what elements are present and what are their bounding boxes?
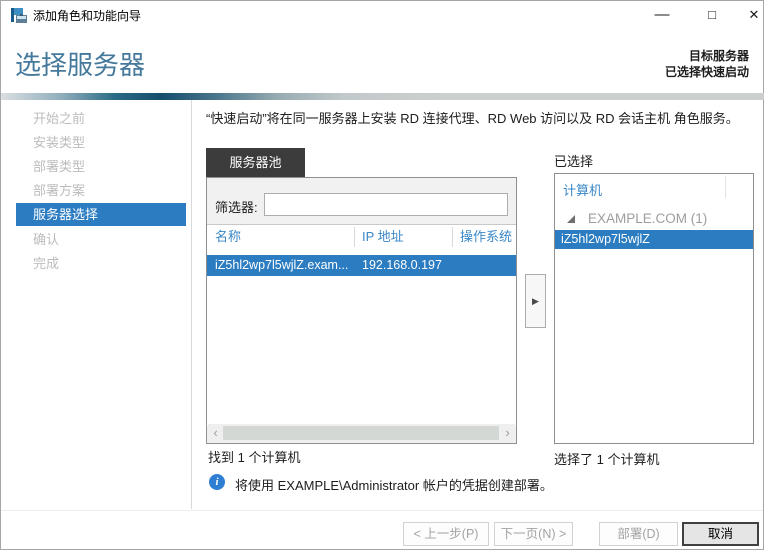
tree-group-domain[interactable]: EXAMPLE.COM (1) (555, 210, 753, 230)
target-server-value: 已选择快速启动 (664, 65, 749, 79)
selected-panel-title: 已选择 (554, 154, 594, 169)
scroll-right-icon[interactable]: › (500, 424, 515, 442)
server-ip-cell: 192.168.0.197 (362, 258, 442, 272)
column-separator (725, 176, 726, 198)
deploy-button[interactable]: 部署(D) (599, 522, 678, 546)
table-row-server[interactable]: iZ5hl2wp7l5wjlZ.exam... 192.168.0.197 (207, 255, 516, 276)
tree-item-selected-server[interactable]: iZ5hl2wp7l5wjlZ (555, 230, 753, 249)
add-server-button[interactable]: ▶ (525, 274, 546, 328)
minimize-icon[interactable]: — (645, 1, 679, 31)
sidebar-item-confirmation[interactable]: 确认 (1, 228, 191, 251)
horizontal-scrollbar[interactable]: ‹ › (208, 424, 515, 442)
filter-input[interactable] (264, 193, 508, 216)
column-separator (354, 227, 355, 247)
info-icon: i (209, 474, 225, 490)
wizard-flag-icon (10, 7, 28, 25)
sidebar-item-install-type[interactable]: 安装类型 (1, 131, 191, 154)
column-header-name[interactable]: 名称 (215, 225, 241, 249)
found-count-text: 找到 1 个计算机 (208, 450, 301, 465)
maximize-icon[interactable]: □ (695, 1, 729, 31)
titlebar: 添加角色和功能向导 — □ ✕ (1, 1, 763, 31)
next-button[interactable]: 下一页(N) > (494, 522, 573, 546)
sidebar-item-deploy-scenario[interactable]: 部署方案 (1, 179, 191, 202)
page-title: 选择服务器 (15, 50, 146, 80)
previous-button[interactable]: < 上一步(P) (403, 522, 489, 546)
scrollbar-thumb[interactable] (223, 426, 499, 440)
column-separator (452, 227, 453, 247)
right-arrow-icon: ▶ (532, 296, 539, 306)
sidebar-item-deploy-type[interactable]: 部署类型 (1, 155, 191, 178)
page-description: “快速启动”将在同一服务器上安装 RD 连接代理、RD Web 访问以及 RD … (206, 111, 739, 126)
computer-column-header[interactable]: 计算机 (563, 180, 602, 199)
tree-collapse-icon[interactable] (567, 215, 575, 223)
target-server-info: 目标服务器 已选择快速启动 (665, 48, 749, 80)
window-title: 添加角色和功能向导 (33, 9, 142, 23)
wizard-window: 添加角色和功能向导 — □ ✕ 选择服务器 目标服务器 已选择快速启动 开始之前… (0, 0, 764, 550)
column-header-os[interactable]: 操作系统 (460, 225, 512, 249)
selected-computers-panel: 计算机 EXAMPLE.COM (1) iZ5hl2wp7l5wjlZ (554, 173, 754, 444)
target-server-label: 目标服务器 (688, 49, 749, 63)
tab-server-pool[interactable]: 服务器池 (206, 148, 305, 177)
server-pool-table: 名称 IP 地址 操作系统 iZ5hl2wp7l5wjlZ.exam... 19… (207, 224, 516, 426)
filter-label: 筛选器: (215, 200, 258, 215)
column-header-ip[interactable]: IP 地址 (362, 225, 404, 249)
scroll-left-icon[interactable]: ‹ (208, 424, 223, 442)
footer-divider (1, 510, 763, 511)
tree-group-label: EXAMPLE.COM (1) (588, 211, 708, 226)
header-divider-bar (1, 93, 764, 100)
cancel-button[interactable]: 取消 (682, 522, 759, 546)
server-pool-panel: 筛选器: 名称 IP 地址 操作系统 iZ5hl2wp7l5wjlZ.exam.… (206, 177, 517, 444)
sidebar-item-results[interactable]: 完成 (1, 252, 191, 275)
wizard-steps-sidebar: 开始之前 安装类型 部署类型 部署方案 服务器选择 确认 完成 (1, 100, 192, 509)
sidebar-item-before-begin[interactable]: 开始之前 (1, 107, 191, 130)
selected-count-text: 选择了 1 个计算机 (554, 452, 660, 467)
close-icon[interactable]: ✕ (737, 1, 764, 31)
sidebar-item-server-selection[interactable]: 服务器选择 (16, 203, 186, 226)
server-name-cell: iZ5hl2wp7l5wjlZ.exam... (215, 258, 349, 272)
info-message-text: 将使用 EXAMPLE\Administrator 帐户的凭据创建部署。 (235, 478, 553, 493)
